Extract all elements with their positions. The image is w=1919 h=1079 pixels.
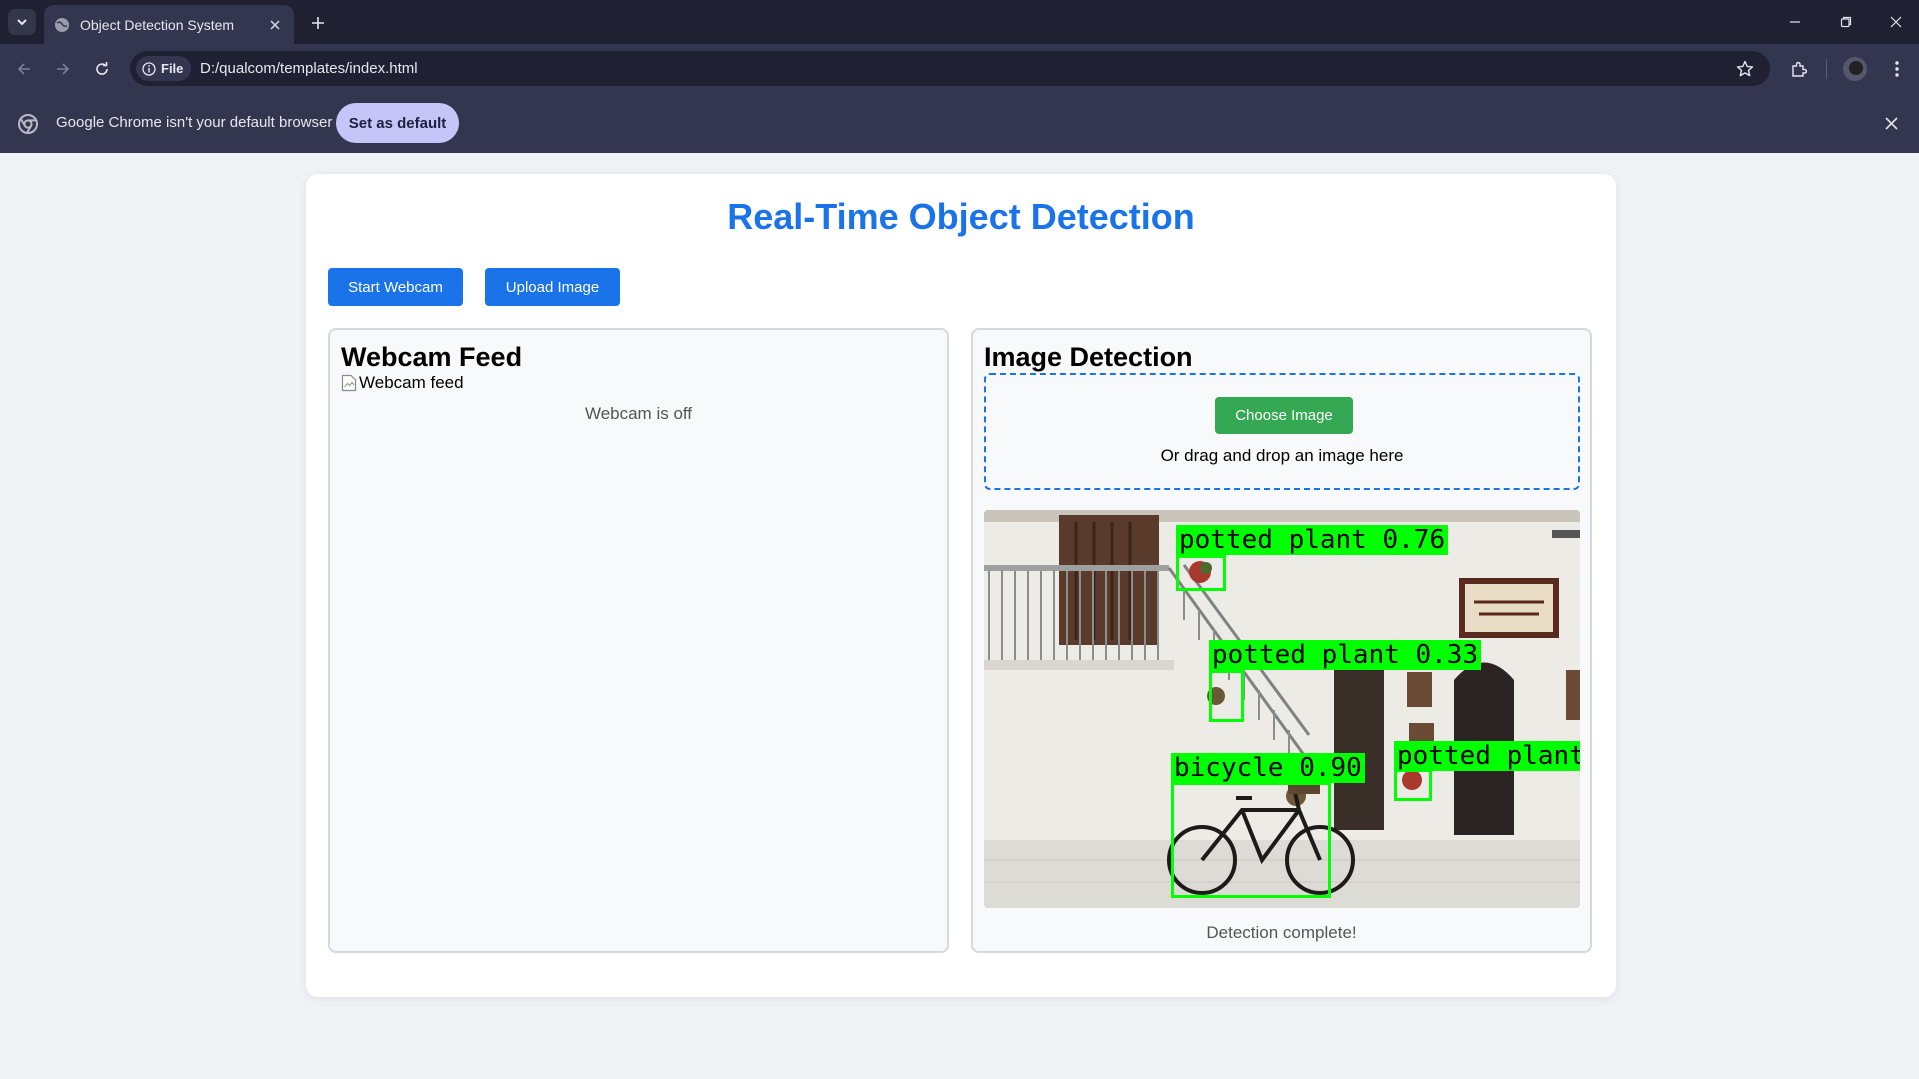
close-icon[interactable]: [266, 16, 284, 34]
image-panel-title: Image Detection: [984, 342, 1193, 372]
detection-box: [1209, 670, 1244, 722]
address-bar[interactable]: File D:/qualcom/templates/index.html: [130, 51, 1770, 86]
browser-tab[interactable]: Object Detection System: [44, 5, 294, 44]
detection-box: [1171, 782, 1331, 898]
default-browser-infobar: Google Chrome isn't your default browser…: [0, 93, 1919, 153]
site-info-chip[interactable]: File: [136, 56, 192, 81]
new-tab-button[interactable]: [305, 10, 331, 36]
set-as-default-button[interactable]: Set as default: [336, 103, 459, 143]
tab-search-icon[interactable]: [8, 9, 36, 35]
webcam-panel: Webcam Feed Webcam feed Webcam is off: [328, 328, 949, 953]
start-webcam-button[interactable]: Start Webcam: [328, 268, 463, 306]
restore-icon[interactable]: [1831, 8, 1861, 36]
detection-label: potted plant 0.76: [1176, 525, 1449, 555]
image-detection-panel: Image Detection Choose Image Or drag and…: [971, 328, 1592, 953]
drop-instructions: Or drag and drop an image here: [1160, 446, 1404, 465]
image-dropzone[interactable]: Choose Image Or drag and drop an image h…: [984, 373, 1580, 490]
broken-image-icon: [341, 374, 357, 392]
globe-icon: [54, 17, 70, 33]
star-icon[interactable]: [1734, 58, 1756, 80]
webcam-status: Webcam is off: [584, 404, 693, 423]
reload-icon[interactable]: [87, 54, 117, 84]
chip-label: File: [161, 61, 184, 76]
detection-result-image: potted plant 0.76 potted plant 0.33 pott…: [984, 510, 1580, 908]
detection-label: potted plant 0.33: [1209, 640, 1482, 670]
tab-strip: Object Detection System: [0, 0, 1919, 44]
infobar-message: Google Chrome isn't your default browser: [56, 114, 333, 131]
minimize-icon[interactable]: [1780, 8, 1810, 36]
window-close-icon[interactable]: [1881, 8, 1911, 36]
profile-icon[interactable]: [1843, 57, 1867, 81]
chrome-icon: [17, 113, 39, 135]
choose-image-button[interactable]: Choose Image: [1215, 397, 1353, 434]
info-icon: [142, 61, 156, 76]
page-title: Real-Time Object Detection: [727, 196, 1195, 237]
browser-toolbar: File D:/qualcom/templates/index.html: [0, 44, 1919, 93]
detection-label: potted plant 0: [1394, 741, 1580, 771]
forward-icon[interactable]: [48, 54, 78, 84]
detection-status: Detection complete!: [1206, 923, 1357, 942]
detection-box: [1176, 555, 1226, 591]
app-container: Real-Time Object Detection Start Webcam …: [306, 174, 1616, 997]
back-icon[interactable]: [9, 54, 39, 84]
webcam-feed-alt-text: Webcam feed: [359, 373, 464, 392]
tab-title: Object Detection System: [80, 16, 235, 33]
url-text[interactable]: D:/qualcom/templates/index.html: [200, 60, 418, 77]
detection-label: bicycle 0.90: [1171, 753, 1365, 783]
menu-icon[interactable]: [1882, 54, 1912, 84]
webcam-feed-image: Webcam feed: [341, 373, 464, 393]
toolbar-separator: [1826, 59, 1827, 79]
extensions-icon[interactable]: [1784, 54, 1814, 84]
upload-image-button[interactable]: Upload Image: [485, 268, 620, 306]
detection-box: [1394, 769, 1432, 801]
webcam-panel-title: Webcam Feed: [341, 342, 523, 372]
infobar-close-icon[interactable]: [1879, 111, 1903, 135]
